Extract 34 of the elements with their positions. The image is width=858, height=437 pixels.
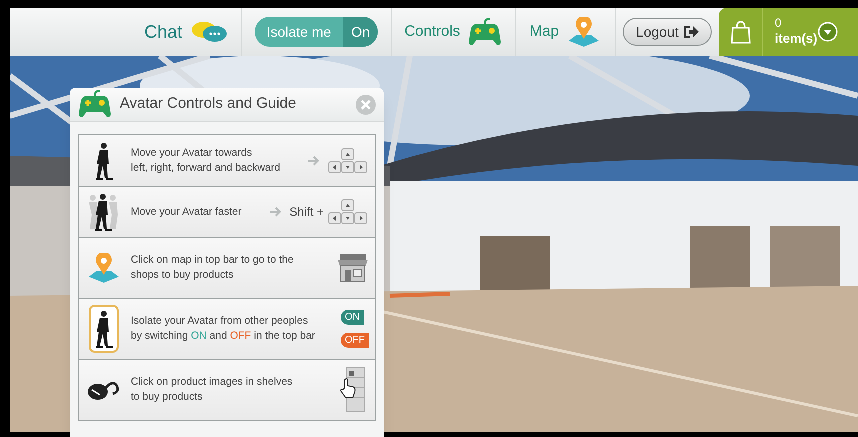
chat-bubbles-icon: [190, 19, 227, 45]
gamepad-icon: [468, 18, 502, 46]
isolate-toggle[interactable]: Isolate me On: [254, 17, 378, 47]
arrow-keys-icon: [328, 199, 369, 225]
cart-count: 0: [775, 16, 783, 32]
panel-title: Avatar Controls and Guide: [120, 94, 298, 114]
guide-text: Move your Avatar towards left, right, forward and backward: [131, 146, 282, 176]
logout-icon: [682, 24, 699, 40]
guide-text: Click on product images in shelves to buy products: [131, 375, 294, 405]
logout-button[interactable]: Logout: [623, 18, 712, 46]
chat-button[interactable]: Chat: [130, 8, 242, 56]
guide-text: Isolate your Avatar from other peoples by switching ON and OFF in the top bar: [131, 314, 316, 344]
off-badge: OFF: [341, 333, 369, 348]
walking-man-icon: [94, 310, 114, 348]
controls-button[interactable]: Controls: [392, 8, 516, 56]
map-pin-icon: [87, 253, 121, 283]
shopping-bag-icon[interactable]: [730, 20, 750, 44]
dropdown-icon[interactable]: [818, 22, 838, 42]
arrow-keys-icon: [328, 148, 369, 174]
on-badge: ON: [341, 310, 364, 325]
guide-text: Click on map in top bar to go to the shops to buy products: [131, 253, 295, 283]
guide-text: Move your Avatar faster: [131, 204, 243, 220]
shift-key-label: Shift +: [290, 204, 324, 221]
close-icon: [360, 98, 372, 110]
shop-icon: [337, 252, 369, 284]
arrow-icon: [268, 206, 282, 218]
running-men-icon: [87, 193, 121, 231]
cart-unit: item(s): [775, 31, 818, 48]
gamepad-icon: [78, 90, 112, 119]
map-pin-icon: [567, 17, 602, 47]
walking-man-icon: [94, 142, 114, 180]
map-button[interactable]: Map: [516, 8, 616, 56]
arrow-icon: [307, 154, 320, 166]
close-button[interactable]: [356, 94, 376, 114]
